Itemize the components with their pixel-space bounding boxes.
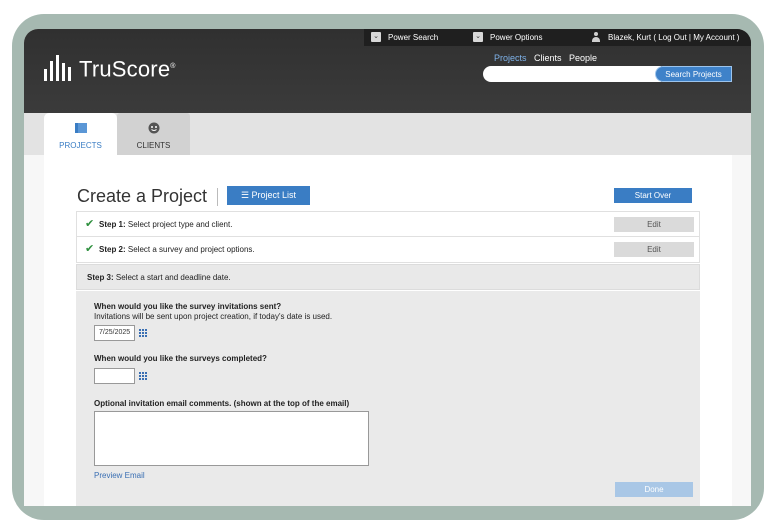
title-divider (217, 188, 218, 206)
search-projects-button[interactable]: Search Projects (655, 66, 732, 82)
user-icon (591, 32, 601, 42)
step-3-label: Step 3: (87, 273, 114, 282)
invitation-date-question: When would you like the survey invitatio… (94, 302, 282, 311)
step-2-row: ✔ Step 2: Select a survey and project op… (76, 237, 700, 263)
step-1-text: Select project type and client. (127, 220, 233, 229)
completion-date-question: When would you like the surveys complete… (94, 354, 267, 363)
power-options-label: Power Options (490, 32, 543, 42)
email-comments-textarea[interactable] (94, 411, 369, 466)
user-account-menu[interactable]: Blazek, Kurt ( Log Out | My Account ) (591, 32, 739, 42)
power-search-label: Power Search (388, 32, 439, 42)
step-2-edit-button[interactable]: Edit (614, 242, 694, 257)
project-list-button[interactable]: ☰ Project List (227, 186, 310, 205)
completion-date-field[interactable] (94, 368, 135, 384)
logo-text: TruScore® (79, 56, 176, 81)
create-project-panel: Create a Project ☰ Project List Start Ov… (44, 155, 732, 506)
client-face-icon (148, 122, 160, 134)
tab-projects[interactable]: PROJECTS (44, 113, 117, 155)
preview-email-link[interactable]: Preview Email (94, 471, 145, 480)
step-3-form: When would you like the survey invitatio… (76, 291, 700, 506)
invitation-date-note: Invitations will be sent upon project cr… (94, 312, 333, 321)
power-options-link[interactable]: ⌄ Power Options (473, 32, 542, 42)
tab-clients-label: CLIENTS (136, 141, 171, 150)
step-3-text: Select a start and deadline date. (115, 273, 231, 282)
chevron-down-icon: ⌄ (473, 32, 483, 42)
calendar-icon[interactable] (139, 329, 147, 337)
step-2-label: Step 2: (99, 245, 126, 254)
section-tabs: PROJECTS CLIENTS (24, 113, 751, 155)
start-over-button[interactable]: Start Over (614, 188, 692, 203)
step-1-edit-button[interactable]: Edit (614, 217, 694, 232)
invitation-date-field[interactable]: 7/25/2025 (94, 325, 135, 341)
tab-clients[interactable]: CLIENTS (117, 113, 190, 155)
nav-projects[interactable]: Projects (494, 53, 527, 63)
email-comments-question: Optional invitation email comments. (sho… (94, 399, 350, 408)
step-1-row: ✔ Step 1: Select project type and client… (76, 211, 700, 237)
project-search: Search Projects (483, 66, 732, 82)
truscore-logo[interactable]: TruScore® (44, 53, 176, 81)
step-1-label: Step 1: (99, 220, 126, 229)
list-icon: ☰ (240, 190, 250, 200)
logo-bars-icon (44, 53, 71, 81)
done-button[interactable]: Done (615, 482, 693, 497)
page-title: Create a Project (77, 186, 208, 206)
step-3-row: Step 3: Select a start and deadline date… (76, 264, 700, 290)
folder-icon (75, 123, 87, 133)
header-bar: ⌄ Power Search ⌄ Power Options Blazek, K… (24, 29, 751, 113)
checkmark-icon: ✔ (85, 218, 95, 230)
utility-strip: ⌄ Power Search ⌄ Power Options Blazek, K… (364, 29, 751, 46)
checkmark-icon: ✔ (85, 243, 95, 255)
step-2-text: Select a survey and project options. (127, 245, 255, 254)
app-window: ⌄ Power Search ⌄ Power Options Blazek, K… (24, 29, 751, 506)
calendar-icon[interactable] (139, 372, 147, 380)
user-name-label[interactable]: Blazek, Kurt ( Log Out | My Account ) (608, 33, 739, 42)
power-search-link[interactable]: ⌄ Power Search (371, 32, 438, 42)
tab-projects-label: PROJECTS (59, 141, 102, 150)
project-list-label: Project List (251, 190, 297, 200)
nav-people[interactable]: People (569, 53, 597, 63)
nav-clients[interactable]: Clients (534, 53, 562, 63)
chevron-down-icon: ⌄ (371, 32, 381, 42)
search-input[interactable] (483, 66, 661, 82)
